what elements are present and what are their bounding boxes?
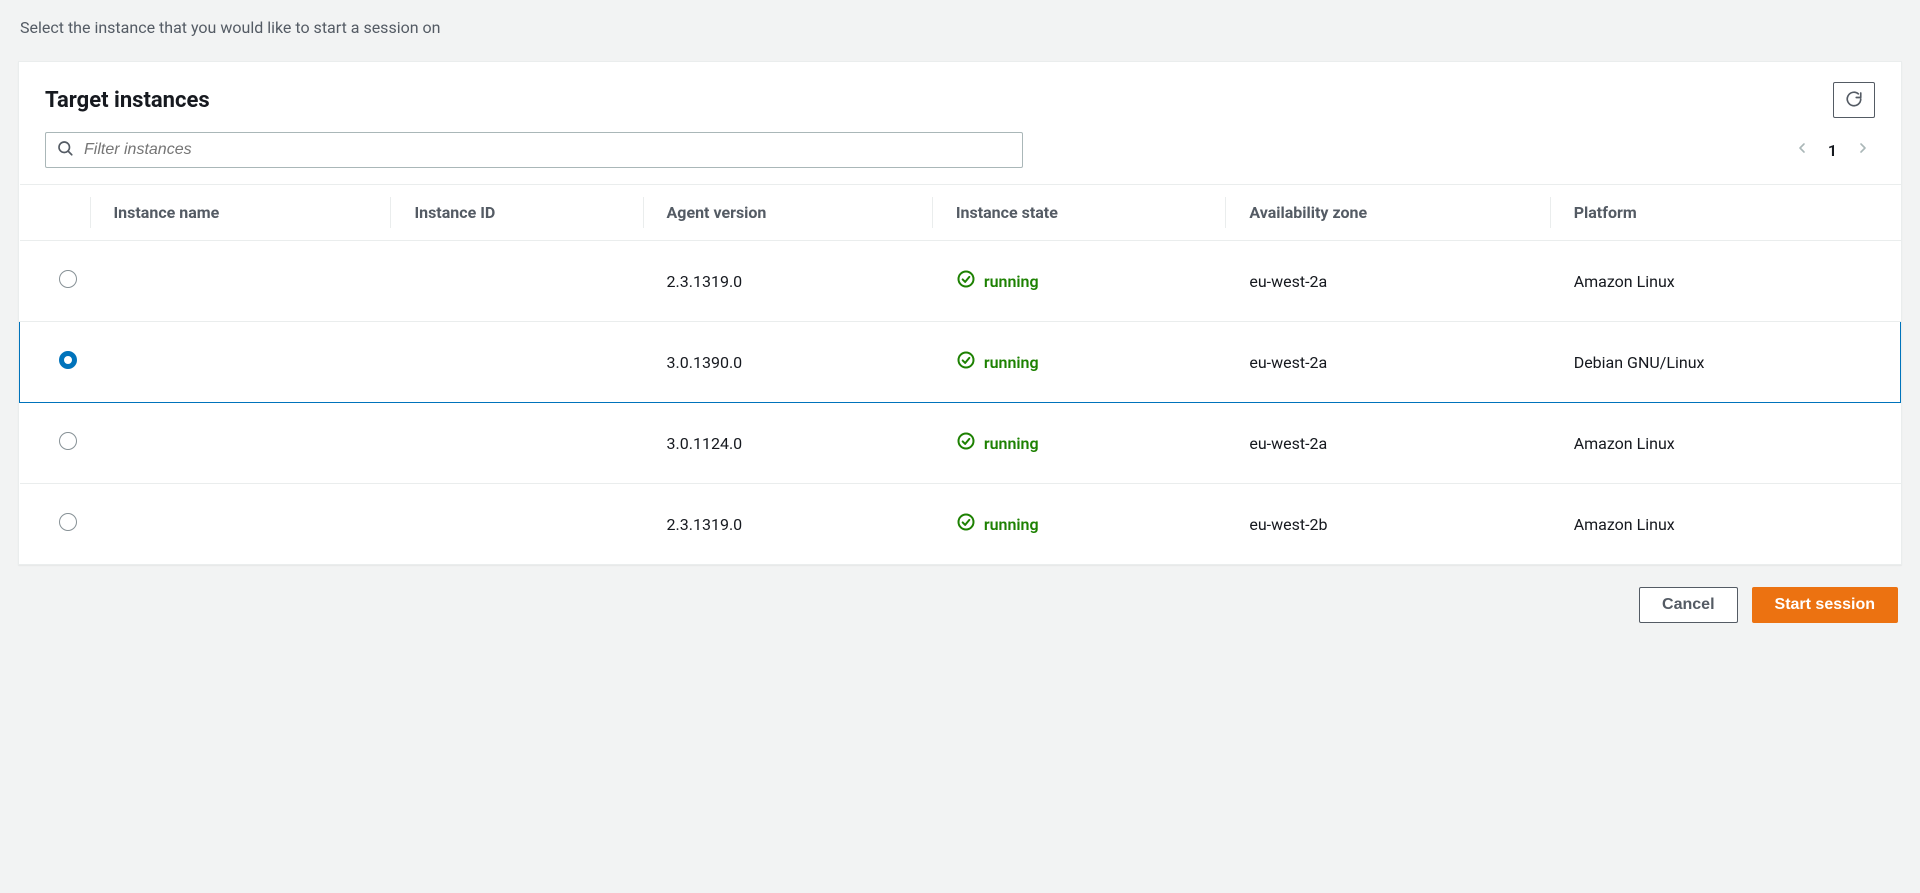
- col-instance-id[interactable]: Instance ID: [390, 185, 642, 241]
- table-row[interactable]: 2.3.1319.0runningeu-west-2aAmazon Linux: [20, 241, 1901, 322]
- table-row[interactable]: 3.0.1124.0runningeu-west-2aAmazon Linux: [20, 403, 1901, 484]
- cell-instance-id: [390, 403, 642, 484]
- panel-title: Target instances: [45, 88, 210, 113]
- cell-platform: Debian GNU/Linux: [1550, 322, 1901, 403]
- page-subtitle: Select the instance that you would like …: [18, 18, 1902, 37]
- cell-instance-state: running: [932, 403, 1226, 484]
- start-session-button[interactable]: Start session: [1752, 587, 1898, 623]
- cell-agent-version: 2.3.1319.0: [643, 484, 932, 565]
- row-radio[interactable]: [59, 432, 77, 450]
- chevron-right-icon: [1855, 140, 1871, 160]
- cell-instance-name: [90, 403, 391, 484]
- page-number: 1: [1828, 141, 1837, 160]
- cell-availability-zone: eu-west-2b: [1225, 484, 1549, 565]
- cell-instance-name: [90, 484, 391, 565]
- target-instances-panel: Target instances 1: [18, 61, 1902, 565]
- footer-actions: Cancel Start session: [18, 565, 1902, 629]
- col-agent-version[interactable]: Agent version: [643, 185, 932, 241]
- chevron-left-icon: [1794, 140, 1810, 160]
- pagination: 1: [1794, 140, 1875, 160]
- cell-instance-id: [390, 484, 642, 565]
- cell-agent-version: 3.0.1124.0: [643, 403, 932, 484]
- cell-platform: Amazon Linux: [1550, 403, 1901, 484]
- next-page-button[interactable]: [1855, 140, 1871, 160]
- cell-platform: Amazon Linux: [1550, 241, 1901, 322]
- status-ok-icon: [956, 512, 976, 536]
- col-availability-zone[interactable]: Availability zone: [1225, 185, 1549, 241]
- status-ok-icon: [956, 269, 976, 293]
- table-row[interactable]: 2.3.1319.0runningeu-west-2bAmazon Linux: [20, 484, 1901, 565]
- cell-platform: Amazon Linux: [1550, 484, 1901, 565]
- cell-instance-name: [90, 322, 391, 403]
- row-radio[interactable]: [59, 513, 77, 531]
- status-ok-icon: [956, 431, 976, 455]
- filter-instances-field[interactable]: [45, 132, 1023, 168]
- cell-availability-zone: eu-west-2a: [1225, 322, 1549, 403]
- cancel-button[interactable]: Cancel: [1639, 587, 1737, 623]
- row-radio[interactable]: [59, 270, 77, 288]
- cell-instance-state: running: [932, 241, 1226, 322]
- refresh-icon: [1845, 90, 1863, 111]
- prev-page-button[interactable]: [1794, 140, 1810, 160]
- cell-instance-id: [390, 322, 642, 403]
- cell-availability-zone: eu-west-2a: [1225, 241, 1549, 322]
- col-instance-name[interactable]: Instance name: [90, 185, 391, 241]
- refresh-button[interactable]: [1833, 82, 1875, 118]
- filter-input[interactable]: [84, 141, 1012, 159]
- search-icon: [56, 139, 84, 161]
- status-ok-icon: [956, 350, 976, 374]
- col-instance-state[interactable]: Instance state: [932, 185, 1226, 241]
- table-row[interactable]: 3.0.1390.0runningeu-west-2aDebian GNU/Li…: [20, 322, 1901, 403]
- row-radio[interactable]: [59, 351, 77, 369]
- col-select: [20, 185, 90, 241]
- cell-instance-id: [390, 241, 642, 322]
- instances-table: Instance name Instance ID Agent version …: [19, 184, 1901, 564]
- cell-instance-state: running: [932, 484, 1226, 565]
- cell-instance-name: [90, 241, 391, 322]
- cell-instance-state: running: [932, 322, 1226, 403]
- cell-agent-version: 2.3.1319.0: [643, 241, 932, 322]
- col-platform[interactable]: Platform: [1550, 185, 1901, 241]
- cell-availability-zone: eu-west-2a: [1225, 403, 1549, 484]
- cell-agent-version: 3.0.1390.0: [643, 322, 932, 403]
